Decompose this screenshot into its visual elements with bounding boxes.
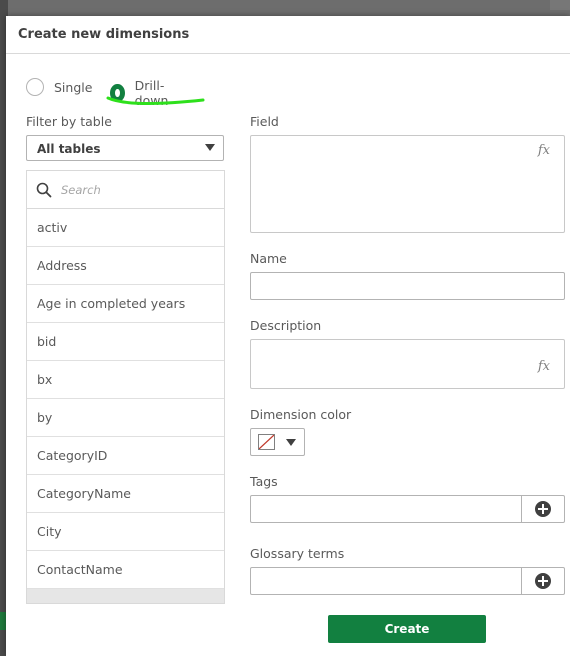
list-item[interactable]: CategoryName: [27, 475, 224, 513]
description-label: Description: [250, 318, 322, 333]
list-item[interactable]: ContactName: [27, 551, 224, 589]
fields-list: activ Address Age in completed years bid…: [26, 170, 225, 604]
dimension-color-label: Dimension color: [250, 407, 352, 422]
expression-editor-fx-icon[interactable]: fx: [538, 359, 550, 374]
list-item[interactable]: activ: [27, 209, 224, 247]
add-tag-button[interactable]: [521, 496, 564, 522]
no-color-swatch-icon: [258, 434, 275, 450]
background-window-corner: [550, 0, 570, 10]
field-search: [27, 171, 224, 209]
list-item[interactable]: by: [27, 399, 224, 437]
list-item[interactable]: Address: [27, 247, 224, 285]
list-item[interactable]: City: [27, 513, 224, 551]
create-button[interactable]: Create: [328, 615, 486, 643]
radio-circle-icon: [26, 78, 44, 96]
annotation-underline-stroke: [106, 96, 205, 105]
dimension-color-picker[interactable]: [250, 428, 305, 456]
field-expression-input[interactable]: fx: [250, 135, 565, 233]
plus-icon: [535, 501, 551, 517]
table-filter-dropdown[interactable]: All tables: [26, 135, 224, 161]
search-input[interactable]: [59, 181, 213, 198]
list-item[interactable]: CategoryID: [27, 437, 224, 475]
table-filter-value: All tables: [37, 142, 101, 156]
field-label: Field: [250, 114, 279, 129]
description-input[interactable]: fx: [250, 339, 565, 389]
list-item[interactable]: bx: [27, 361, 224, 399]
plus-icon: [535, 573, 551, 589]
name-input[interactable]: [250, 272, 565, 300]
tags-input[interactable]: [250, 495, 565, 523]
chevron-down-icon: [286, 439, 296, 446]
single-radio[interactable]: Single: [26, 78, 92, 96]
dialog-header: Create new dimensions: [6, 16, 570, 54]
glossary-terms-label: Glossary terms: [250, 546, 345, 561]
background-window-top: [0, 0, 570, 16]
glossary-terms-input[interactable]: [250, 567, 565, 595]
filter-by-table-label: Filter by table: [26, 114, 112, 129]
chevron-down-icon: [205, 144, 215, 151]
list-item[interactable]: bid: [27, 323, 224, 361]
tags-label: Tags: [250, 474, 278, 489]
expression-editor-fx-icon[interactable]: fx: [538, 143, 550, 158]
name-label: Name: [250, 251, 287, 266]
add-glossary-term-button[interactable]: [521, 568, 564, 594]
create-dimensions-dialog: Create new dimensions Single Drill-down …: [6, 16, 570, 656]
single-radio-label: Single: [54, 79, 93, 95]
list-scroll-area[interactable]: [27, 589, 224, 603]
list-item[interactable]: Age in completed years: [27, 285, 224, 323]
dialog-title: Create new dimensions: [18, 27, 190, 42]
search-icon: [36, 182, 52, 197]
